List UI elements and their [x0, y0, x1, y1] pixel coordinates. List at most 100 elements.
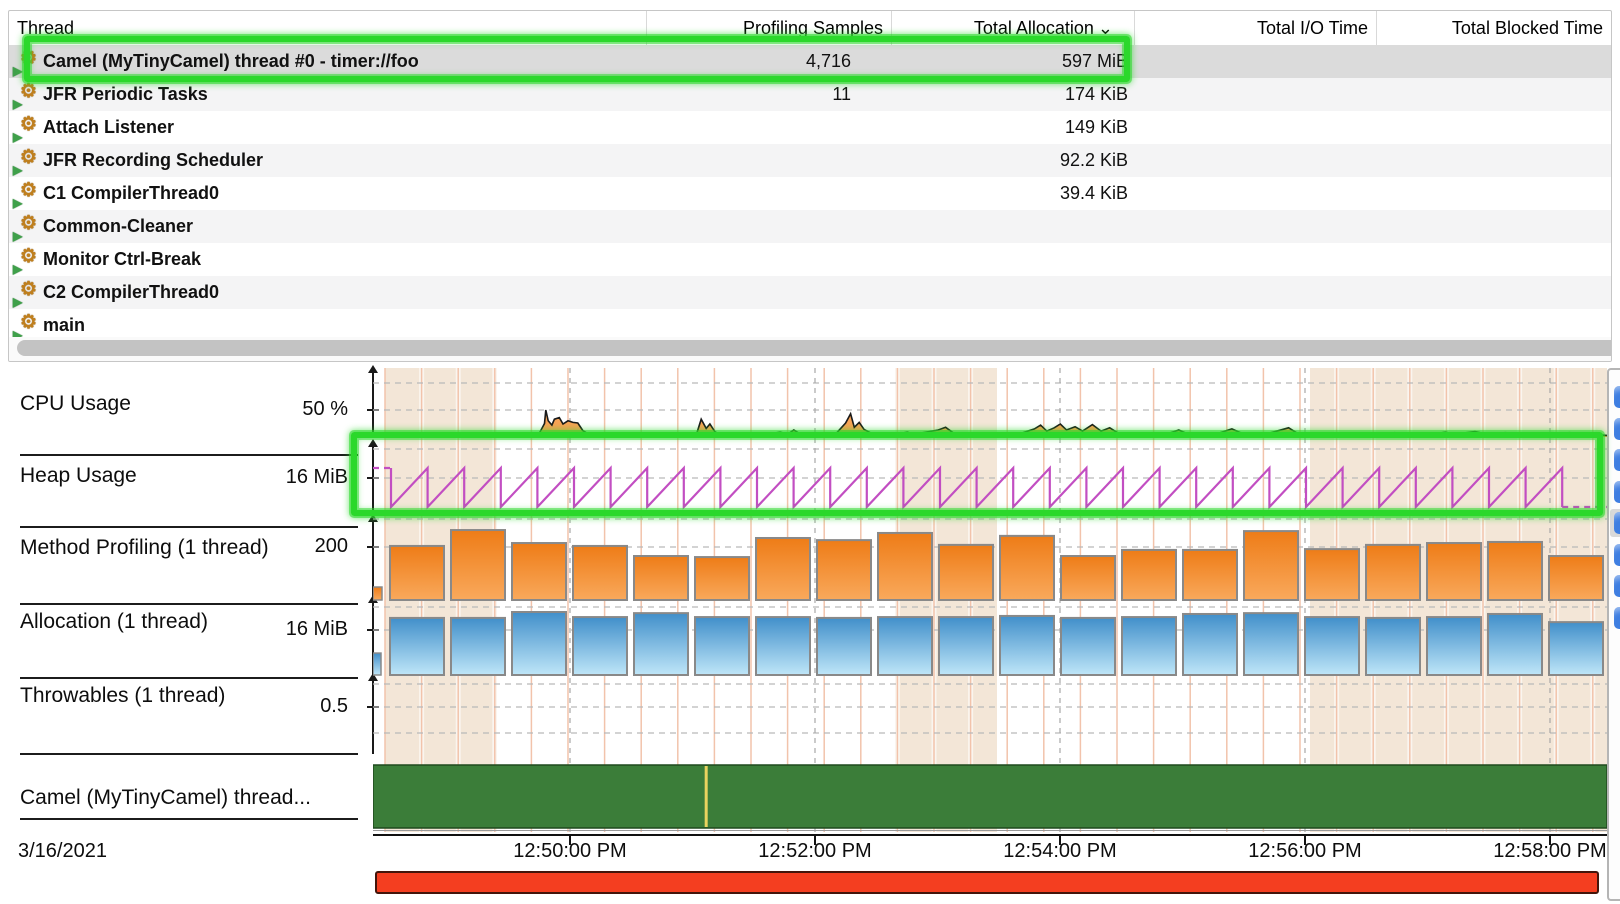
total-allocation-cell [891, 210, 1136, 243]
profiling-samples-cell [646, 276, 883, 309]
thread-name-cell: ⚙▶Common-Cleaner [9, 210, 646, 243]
lane-tick-heap-usage: 16 MiB [228, 466, 348, 489]
thread-name: Attach Listener [43, 117, 174, 137]
lane-separator [20, 818, 358, 820]
time-axis-label: 12:52:00 PM [735, 840, 895, 863]
lane-label-heap-usage: Heap Usage [20, 464, 137, 488]
time-axis-line [373, 834, 1607, 836]
thread-table: Thread Profiling Samples Total Allocatio… [8, 10, 1612, 362]
lane-tick-allocation: 16 MiB [228, 618, 348, 641]
lane-toggle-button[interactable] [1614, 512, 1620, 534]
thread-row[interactable]: ⚙▶C2 CompilerThread0 [9, 276, 1611, 309]
thread-gear-icon: ⚙▶ [15, 247, 39, 269]
thread-name-cell: ⚙▶C1 CompilerThread0 [9, 177, 646, 210]
total-blocked-time-cell [1376, 210, 1611, 243]
total-blocked-time-cell [1376, 144, 1611, 177]
total-io-time-cell [1134, 177, 1376, 210]
thread-name-cell: ⚙▶Attach Listener [9, 111, 646, 144]
total-allocation-cell: 92.2 KiB [891, 144, 1136, 177]
column-header-profiling-samples[interactable]: Profiling Samples [646, 11, 891, 45]
lane-label-throwables: Throwables (1 thread) [20, 684, 225, 708]
total-io-time-cell [1134, 243, 1376, 276]
time-axis-label: 12:58:00 PM [1470, 840, 1620, 863]
column-header-total-allocation-label: Total Allocation [974, 18, 1094, 38]
thread-row[interactable]: ⚙▶JFR Recording Scheduler 92.2 KiB [9, 144, 1611, 177]
time-axis-line [373, 830, 1607, 831]
total-blocked-time-cell [1376, 276, 1611, 309]
thread-table-body: ⚙▶Camel (MyTinyCamel) thread #0 - timer:… [9, 45, 1611, 342]
thread-name: C1 CompilerThread0 [43, 183, 219, 203]
total-allocation-cell: 174 KiB [891, 78, 1136, 111]
thread-name-cell: ⚙▶C2 CompilerThread0 [9, 276, 646, 309]
column-header-total-blocked-time[interactable]: Total Blocked Time [1376, 11, 1611, 45]
thread-name: Camel (MyTinyCamel) thread #0 - timer://… [43, 51, 419, 71]
range-navigator-bar[interactable] [375, 871, 1599, 894]
thread-gear-icon: ⚙▶ [15, 82, 39, 104]
total-blocked-time-cell [1376, 45, 1611, 78]
thread-name: JFR Recording Scheduler [43, 150, 263, 170]
thread-gear-icon: ⚙▶ [15, 313, 39, 335]
column-header-total-io-time[interactable]: Total I/O Time [1134, 11, 1376, 45]
total-allocation-cell: 149 KiB [891, 111, 1136, 144]
thread-name: Common-Cleaner [43, 216, 193, 236]
table-horizontal-scrollbar[interactable] [9, 337, 1611, 361]
thread-name: main [43, 315, 85, 335]
thread-row[interactable]: ⚙▶C1 CompilerThread0 39.4 KiB [9, 177, 1611, 210]
lane-toggle-button[interactable] [1614, 544, 1620, 566]
lane-toggle-button[interactable] [1614, 607, 1620, 629]
thread-row[interactable]: ⚙▶Camel (MyTinyCamel) thread #0 - timer:… [9, 45, 1611, 78]
column-header-thread[interactable]: Thread [9, 11, 646, 45]
time-axis-label: 12:56:00 PM [1225, 840, 1385, 863]
thread-name-cell: ⚙▶Camel (MyTinyCamel) thread #0 - timer:… [9, 45, 646, 78]
thread-row[interactable]: ⚙▶Common-Cleaner [9, 210, 1611, 243]
column-header-total-allocation[interactable]: Total Allocation⌄ [891, 11, 1117, 45]
total-allocation-cell [891, 276, 1136, 309]
thread-name: JFR Periodic Tasks [43, 84, 208, 104]
jmc-threads-view: Thread Profiling Samples Total Allocatio… [0, 0, 1620, 904]
thread-gear-icon: ⚙▶ [15, 115, 39, 137]
lane-toggle-button[interactable] [1614, 449, 1620, 471]
lane-toggle-button[interactable] [1614, 418, 1620, 440]
lane-tick-throwables: 0.5 [228, 695, 348, 718]
lane-label-allocation: Allocation (1 thread) [20, 610, 208, 634]
total-io-time-cell [1134, 111, 1376, 144]
total-blocked-time-cell [1376, 177, 1611, 210]
lane-separator [20, 677, 358, 679]
total-io-time-cell [1134, 144, 1376, 177]
thread-name: C2 CompilerThread0 [43, 282, 219, 302]
lane-label-cpu-usage: CPU Usage [20, 392, 131, 416]
thread-gear-icon: ⚙▶ [15, 214, 39, 236]
table-horizontal-scrollbar-thumb[interactable] [17, 340, 1612, 356]
thread-gear-icon: ⚙▶ [15, 181, 39, 203]
date-label: 3/16/2021 [18, 840, 107, 863]
lane-toggle-button[interactable] [1614, 386, 1620, 408]
thread-gear-icon: ⚙▶ [15, 148, 39, 170]
lane-toggle-button[interactable] [1614, 481, 1620, 503]
profiling-samples-cell [646, 243, 883, 276]
timeline-chart-canvas[interactable] [373, 368, 1607, 832]
chart-toolbar-panel [1607, 368, 1620, 901]
profiling-samples-cell: 4,716 [646, 45, 883, 78]
lane-label-camel-thread: Camel (MyTinyCamel) thread... [20, 786, 311, 810]
lane-tick-method-profiling: 200 [228, 535, 348, 558]
sort-descending-icon: ⌄ [1094, 18, 1113, 38]
total-io-time-cell [1134, 210, 1376, 243]
thread-gear-icon: ⚙▶ [15, 280, 39, 302]
profiling-samples-cell [646, 111, 883, 144]
thread-name-cell: ⚙▶Monitor Ctrl-Break [9, 243, 646, 276]
thread-row[interactable]: ⚙▶Attach Listener 149 KiB [9, 111, 1611, 144]
total-blocked-time-cell [1376, 111, 1611, 144]
thread-row[interactable]: ⚙▶JFR Periodic Tasks11174 KiB [9, 78, 1611, 111]
lane-separator [20, 454, 358, 456]
total-io-time-cell [1134, 78, 1376, 111]
lane-toggle-button[interactable] [1614, 575, 1620, 597]
thread-name: Monitor Ctrl-Break [43, 249, 201, 269]
total-allocation-cell: 39.4 KiB [891, 177, 1136, 210]
thread-row[interactable]: ⚙▶Monitor Ctrl-Break [9, 243, 1611, 276]
thread-name-cell: ⚙▶JFR Periodic Tasks [9, 78, 646, 111]
profiling-samples-cell [646, 144, 883, 177]
lane-tick-cpu-usage: 50 % [228, 398, 348, 421]
total-blocked-time-cell [1376, 243, 1611, 276]
profiling-samples-cell: 11 [646, 78, 883, 111]
profiling-samples-cell [646, 210, 883, 243]
